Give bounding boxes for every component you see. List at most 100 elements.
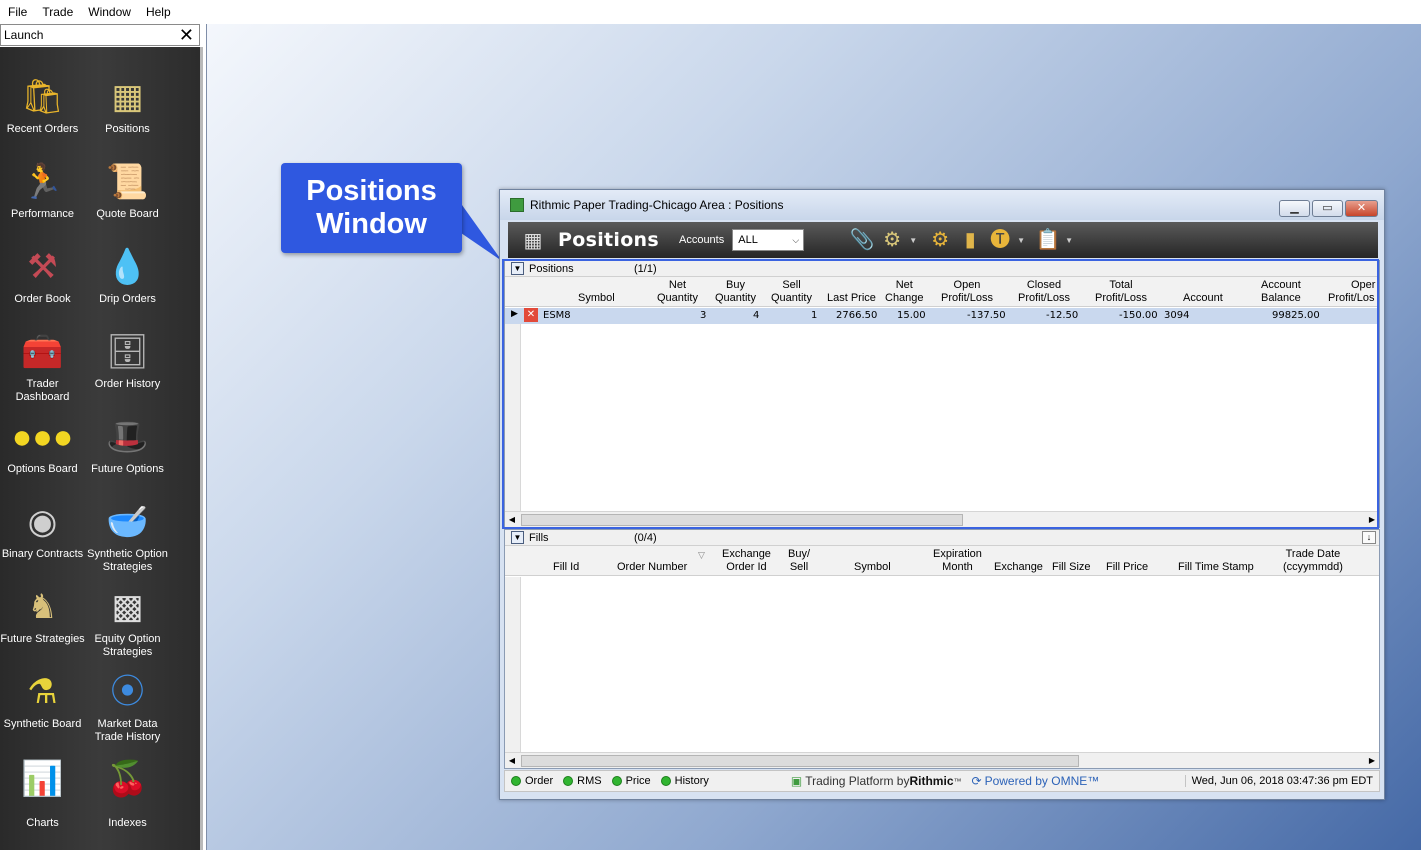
- col-closed-profit-loss[interactable]: Closed Profit/Loss: [1018, 279, 1070, 305]
- col-buy-sell[interactable]: Buy/Sell: [788, 548, 810, 574]
- col-symbol[interactable]: Symbol: [854, 561, 891, 574]
- positions-toolbar: ▦ Positions Accounts ALL ⌵ 📎 ⚙ ▼ ⚙ ▮ 🅣 ▼…: [508, 222, 1378, 258]
- launch-item-charts[interactable]: 📊 Charts: [0, 757, 85, 830]
- launch-item-order-history[interactable]: 🗄 Order History: [85, 330, 170, 391]
- launch-item-label: Positions: [105, 123, 150, 135]
- col-symbol[interactable]: Symbol: [578, 292, 615, 305]
- row-expand-arrow-icon[interactable]: ▶: [511, 309, 518, 319]
- launch-item-quote-board[interactable]: 📜 Quote Board: [85, 160, 170, 221]
- col-fill-id[interactable]: Fill Id: [553, 561, 579, 574]
- table-row[interactable]: ▶ ✕ ESM8 3 4 1 2766.50 15.00 -137.50 -12…: [505, 308, 1379, 324]
- menu-file[interactable]: File: [4, 5, 31, 19]
- settings-gears-icon[interactable]: ⚙: [879, 227, 905, 253]
- platform-prefix: Trading Platform by: [805, 774, 910, 788]
- close-icon[interactable]: ✕: [179, 26, 194, 44]
- launch-item-equity-option-strategies[interactable]: ▩ Equity Option Strategies: [85, 585, 170, 659]
- scroll-left-icon[interactable]: ◀: [505, 753, 519, 769]
- menu-trade[interactable]: Trade: [38, 5, 77, 19]
- col-total-profit-loss[interactable]: Total Profit/Loss: [1095, 279, 1147, 305]
- positions-icon: ▦: [111, 78, 144, 116]
- close-window-button[interactable]: ✕: [1345, 200, 1378, 217]
- col-last-price[interactable]: Last Price: [827, 292, 876, 305]
- col-open-profit-loss-cut[interactable]: Oper Profit/Los: [1328, 279, 1375, 305]
- future-options-icon: 🎩: [106, 418, 149, 456]
- cell-total-profit-loss: -150.00: [1119, 310, 1158, 321]
- col-fill-time-stamp[interactable]: Fill Time Stamp: [1178, 561, 1254, 574]
- positions-caption: Positions: [529, 262, 574, 275]
- launch-item-indexes[interactable]: 🍒 Indexes: [85, 757, 170, 830]
- col-order-number[interactable]: Order Number: [617, 561, 687, 574]
- fills-caption: Fills: [529, 531, 549, 544]
- callout-line1: Positions: [306, 175, 437, 207]
- scroll-right-icon[interactable]: ▶: [1365, 753, 1379, 769]
- launch-item-label: Equity Option Strategies: [94, 633, 161, 658]
- positions-window-callout: Positions Window: [281, 163, 462, 253]
- minimize-button[interactable]: ▁: [1279, 200, 1310, 217]
- accounts-select[interactable]: ALL ⌵: [732, 229, 805, 251]
- positions-logo-icon: ▦: [523, 229, 543, 252]
- positions-horizontal-scrollbar[interactable]: ◀ ▶: [505, 511, 1379, 527]
- clipboard-icon[interactable]: 📋: [1035, 227, 1061, 253]
- col-expiration-month[interactable]: Expiration Month: [933, 548, 982, 574]
- launch-item-binary-contracts[interactable]: ◉ Binary Contracts: [0, 500, 85, 561]
- cancel-orders-icon[interactable]: 📎: [849, 227, 875, 253]
- scroll-left-icon[interactable]: ◀: [505, 512, 519, 528]
- cell-account: 3094: [1164, 310, 1190, 321]
- future-strategies-icon: ♞: [27, 588, 58, 626]
- menu-window[interactable]: Window: [84, 5, 135, 19]
- window-titlebar[interactable]: Rithmic Paper Trading-Chicago Area : Pos…: [500, 190, 1384, 220]
- launch-item-options-board[interactable]: ●●● Options Board: [0, 415, 85, 476]
- launch-item-recent-orders[interactable]: 🛍 Recent Orders: [0, 75, 85, 136]
- gear-icon[interactable]: ⚙: [927, 227, 953, 253]
- options-board-icon: ●●●: [11, 418, 74, 456]
- rithmic-logo-icon: ▣: [790, 774, 803, 788]
- scrollbar-thumb[interactable]: [521, 514, 963, 526]
- row-gutter: [505, 308, 521, 511]
- scrollbar-thumb[interactable]: [521, 755, 1079, 767]
- col-net-quantity[interactable]: Net Quantity: [657, 279, 698, 305]
- col-exchange-order-id[interactable]: Exchange Order Id: [722, 548, 771, 574]
- status-dot-icon: [660, 776, 671, 786]
- filter-icon[interactable]: ▼: [511, 531, 524, 544]
- launch-item-performance[interactable]: 🏃 Performance: [0, 160, 85, 221]
- col-exchange[interactable]: Exchange: [994, 561, 1043, 574]
- fills-grid: ▼ Fills (0/4) ↓ Fill Id Order Number ▽ E…: [504, 529, 1380, 769]
- flatten-position-icon[interactable]: ✕: [524, 308, 538, 322]
- col-fill-price[interactable]: Fill Price: [1106, 561, 1148, 574]
- folder-icon[interactable]: ▮: [957, 227, 983, 253]
- col-net-change[interactable]: Net Change: [885, 279, 924, 305]
- positions-grid: ▼ Positions (1/1) Symbol Net Quantity Buy…: [504, 260, 1380, 528]
- chevron-down-icon: ⌵: [792, 235, 800, 245]
- launch-item-synthetic-board[interactable]: ⚗ Synthetic Board: [0, 670, 85, 731]
- launch-item-trader-dashboard[interactable]: 🧰 Trader Dashboard: [0, 330, 85, 404]
- filter-icon[interactable]: ▼: [511, 262, 524, 275]
- chevron-down-icon[interactable]: ▼: [1065, 236, 1073, 245]
- chevron-down-icon[interactable]: ▼: [909, 236, 917, 245]
- launch-item-market-data-trade-history[interactable]: ⦿ Market Data Trade History: [85, 670, 170, 744]
- launch-item-future-options[interactable]: 🎩 Future Options: [85, 415, 170, 476]
- collapse-down-icon[interactable]: ↓: [1362, 531, 1376, 544]
- col-open-profit-loss[interactable]: Open Profit/Loss: [941, 279, 993, 305]
- col-account[interactable]: Account: [1183, 292, 1223, 305]
- launch-item-future-strategies[interactable]: ♞ Future Strategies: [0, 585, 85, 646]
- col-trade-date[interactable]: Trade Date (ccyymmdd): [1283, 548, 1343, 574]
- launch-item-order-book[interactable]: ⚒ Order Book: [0, 245, 85, 306]
- fills-horizontal-scrollbar[interactable]: ◀ ▶: [505, 752, 1379, 768]
- col-account-balance[interactable]: Account Balance: [1261, 279, 1301, 305]
- launch-item-positions[interactable]: ▦ Positions: [85, 75, 170, 136]
- launch-item-drip-orders[interactable]: 💧 Drip Orders: [85, 245, 170, 306]
- binary-contracts-icon: ◉: [27, 503, 58, 541]
- launch-item-synthetic-option-strategies[interactable]: 🥣 Synthetic Option Strategies: [85, 500, 170, 574]
- col-sell-quantity[interactable]: Sell Quantity: [771, 279, 812, 305]
- scroll-right-icon[interactable]: ▶: [1365, 512, 1379, 528]
- chevron-down-icon[interactable]: ▼: [1017, 236, 1025, 245]
- maximize-button[interactable]: ▭: [1312, 200, 1343, 217]
- rithmic-app-icon: [510, 198, 524, 212]
- col-buy-quantity[interactable]: Buy Quantity: [715, 279, 756, 305]
- col-fill-size[interactable]: Fill Size: [1052, 561, 1091, 574]
- window-title: Rithmic Paper Trading-Chicago Area : Pos…: [530, 198, 784, 212]
- menu-help[interactable]: Help: [142, 5, 175, 19]
- platform-brand: Rithmic: [909, 774, 954, 788]
- text-font-icon[interactable]: 🅣: [987, 227, 1013, 253]
- platform-credit: ▣ Trading Platform by Rithmic ™ ⟳ Powered…: [790, 774, 1100, 788]
